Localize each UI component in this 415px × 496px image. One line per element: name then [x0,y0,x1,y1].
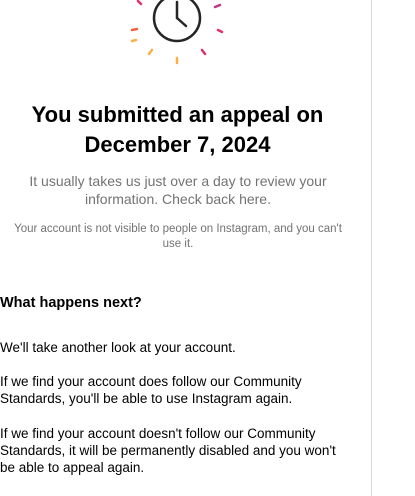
page-divider [371,0,372,496]
clock-icon [130,0,224,65]
appeal-status-page: You submitted an appeal on December 7, 2… [0,0,415,496]
next-step-paragraph: We'll take another look at your account. [0,340,236,355]
account-status-note: Your account is not visible to people on… [14,223,342,250]
appeal-title: You submitted an appeal on December 7, 2… [31,102,324,157]
next-step-paragraph: If we find your account doesn't follow o… [0,426,336,475]
next-step-paragraph: If we find your account does follow our … [0,374,302,406]
review-time-text: It usually takes us just over a day to r… [29,173,327,207]
what-happens-next-heading: What happens next? [0,295,142,311]
appeal-status-content: You submitted an appeal on December 7, 2… [0,0,355,496]
